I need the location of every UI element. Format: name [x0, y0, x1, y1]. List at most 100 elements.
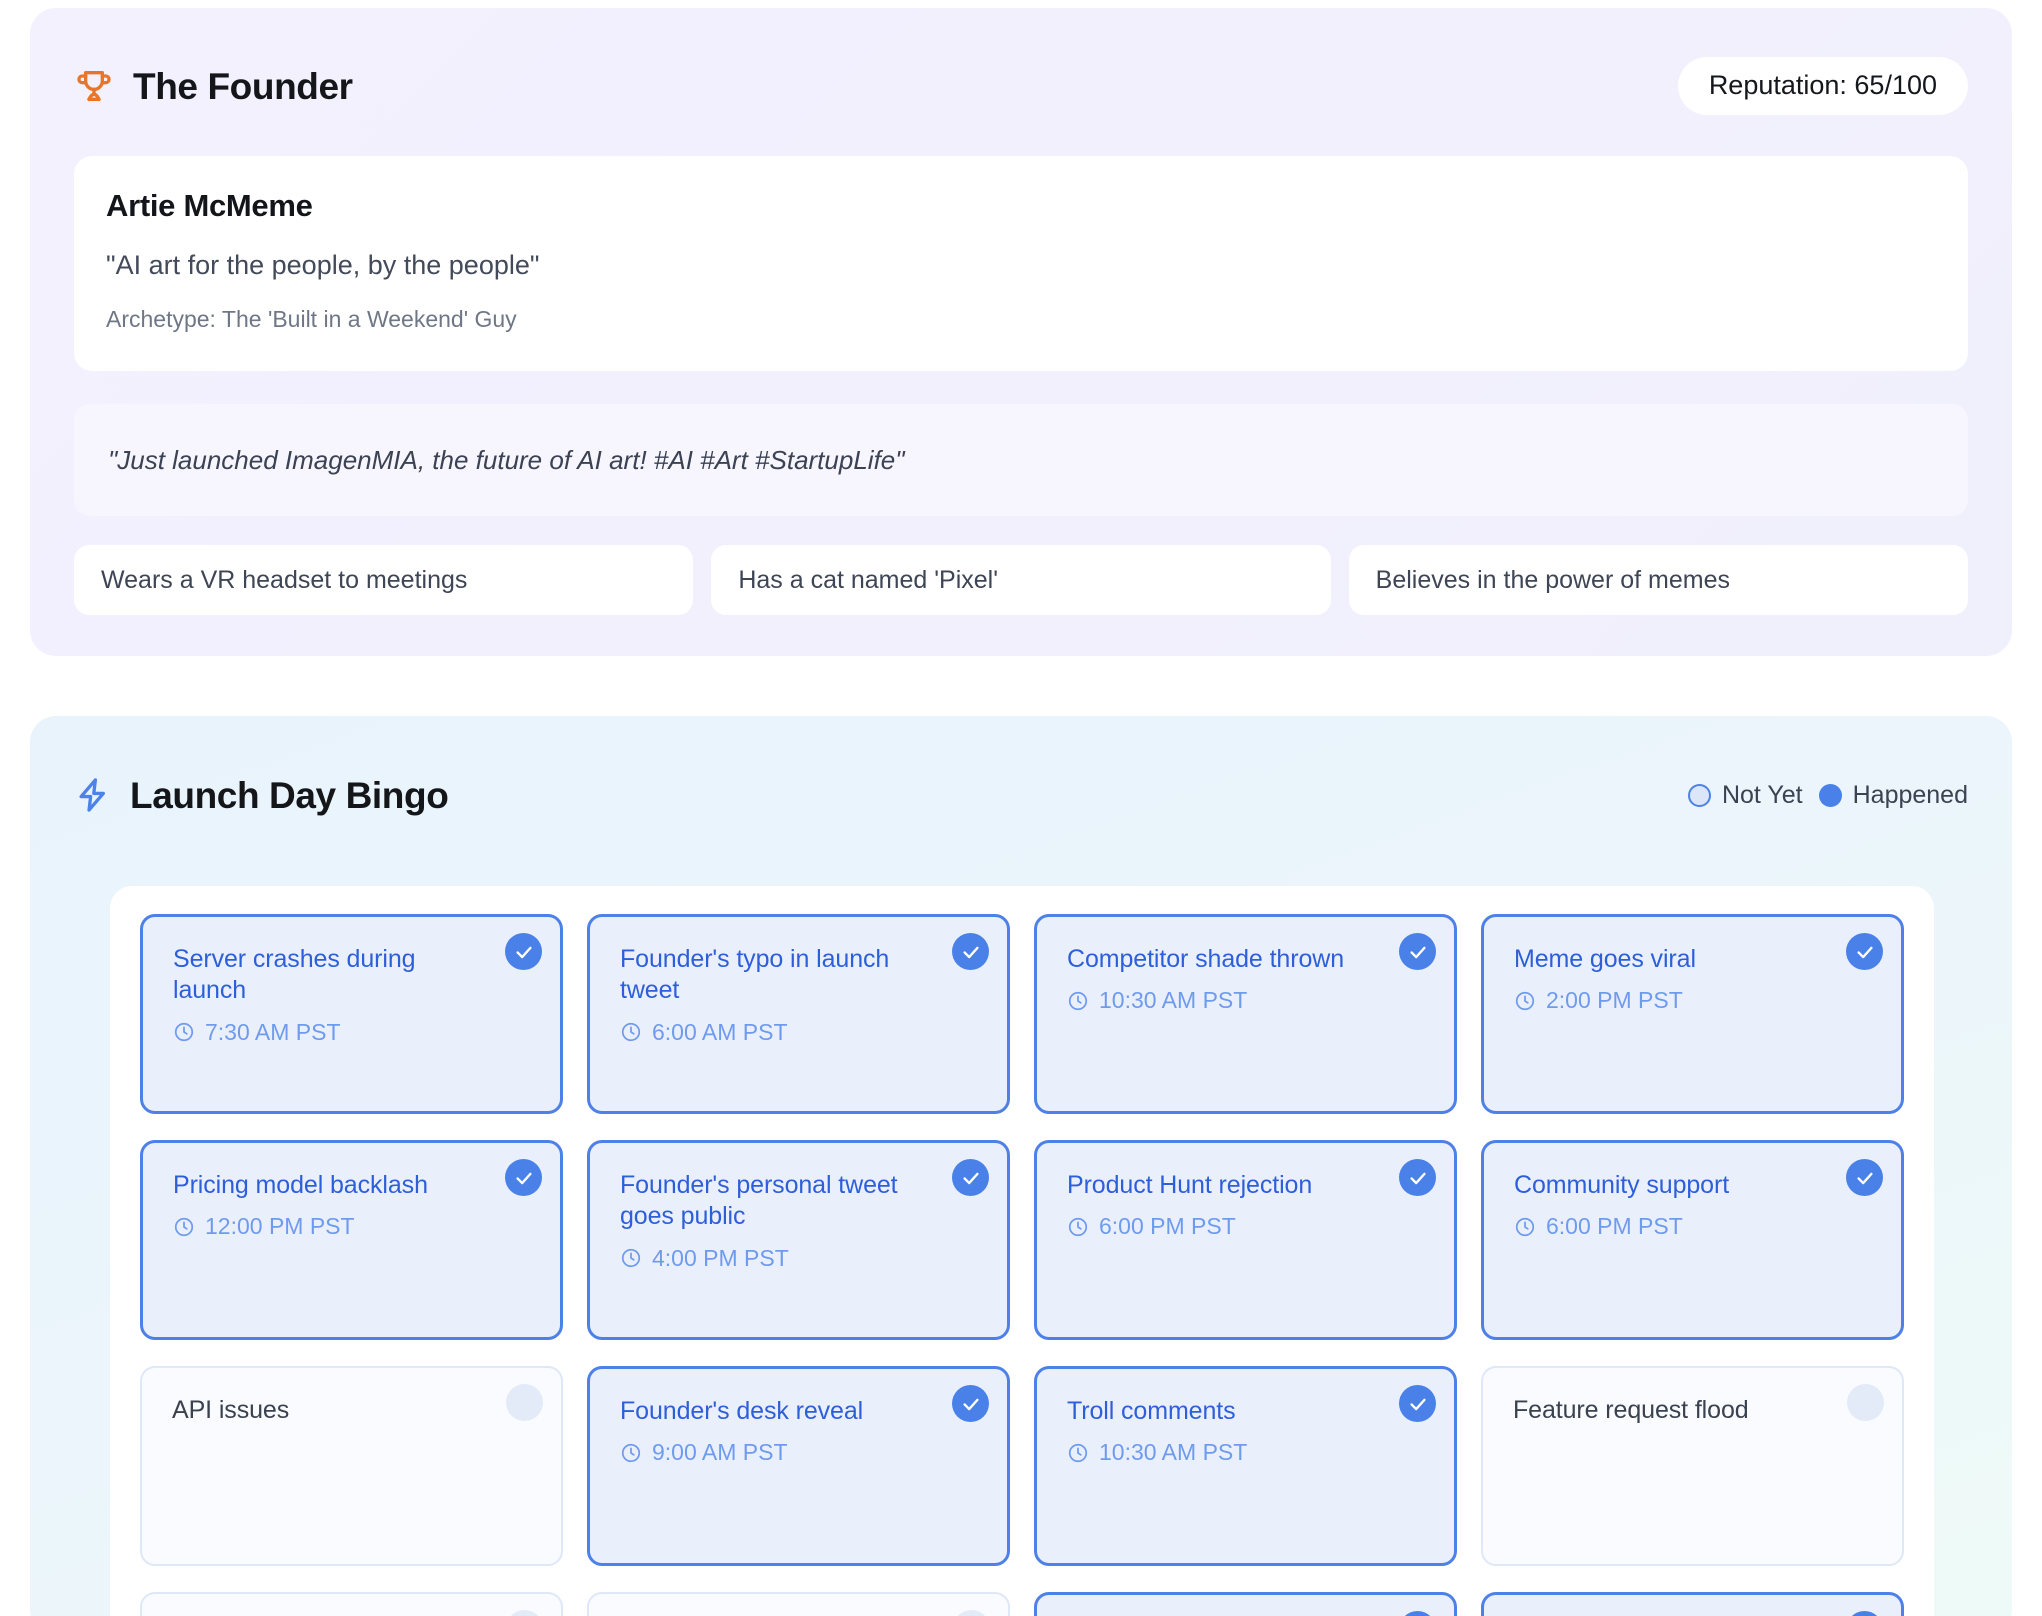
- check-badge-icon[interactable]: [1399, 1159, 1436, 1196]
- bingo-cell[interactable]: Product Hunt rejection 6:00 PM PST: [1034, 1140, 1457, 1340]
- founder-name: Artie McMeme: [106, 188, 313, 223]
- trait-chip: Wears a VR headset to meetings: [74, 545, 694, 615]
- lightning-bolt-icon: [74, 776, 112, 814]
- bingo-cell-label: Server crashes during launch: [173, 945, 416, 1005]
- launch-day-bingo-panel: Launch Day Bingo Not Yet Happened Server…: [30, 716, 2012, 1616]
- legend-item-happened: Happened: [1818, 780, 1968, 809]
- bingo-cell-time-text: 6:00 PM PST: [1546, 1213, 1683, 1240]
- bingo-cell-time-text: 10:30 AM PST: [1099, 987, 1248, 1014]
- bingo-cell-time-text: 7:30 AM PST: [205, 1018, 341, 1045]
- bingo-cell-time: 9:00 AM PST: [620, 1441, 977, 1464]
- check-badge-icon[interactable]: [952, 933, 989, 970]
- bingo-cell[interactable]: Founder's desk reveal 9:00 AM PST: [587, 1366, 1010, 1566]
- bingo-cell-time: 7:30 AM PST: [173, 1018, 530, 1045]
- page-title: The Founder: [133, 65, 353, 107]
- check-badge-icon[interactable]: [952, 1385, 989, 1422]
- bingo-cell[interactable]: Feature request flood: [1481, 1366, 1904, 1566]
- bingo-cell[interactable]: Founder's typo in launch tweet 6:00 AM PS…: [587, 914, 1010, 1114]
- bingo-cell-label: Founder's desk reveal: [620, 1397, 864, 1425]
- bingo-cell[interactable]: Wholesome moment: [1481, 1592, 1904, 1616]
- clock-icon: [620, 1247, 642, 1269]
- bingo-cell[interactable]: Tech Twitter meltdown: [1034, 1592, 1457, 1616]
- not-yet-dot-icon: [1687, 783, 1711, 807]
- bingo-cell[interactable]: Pricing model backlash 12:00 PM PST: [140, 1140, 563, 1340]
- trait-chip: Has a cat named 'Pixel': [711, 545, 1331, 615]
- clock-icon: [1514, 1216, 1536, 1238]
- bingo-cell-label: Meme goes viral: [1514, 945, 1696, 973]
- empty-dot-icon[interactable]: [506, 1384, 543, 1421]
- founder-tweet-box: "Just launched ImagenMIA, the future of …: [74, 404, 1968, 516]
- clock-icon: [173, 1216, 195, 1238]
- bingo-cell-label: Feature request flood: [1513, 1396, 1749, 1424]
- founder-tweet-text: "Just launched ImagenMIA, the future of …: [108, 444, 905, 475]
- bingo-cell[interactable]: Founder's personal tweet goes public 4:00…: [587, 1140, 1010, 1340]
- app-root: The Founder Reputation: 65/100 Artie McM…: [0, 0, 2042, 1616]
- check-badge-icon[interactable]: [1846, 1159, 1883, 1196]
- legend-item-not-yet: Not Yet: [1687, 780, 1803, 809]
- bingo-cell-time: 10:30 AM PST: [1067, 1441, 1424, 1464]
- bingo-cell-label: Pricing model backlash: [173, 1171, 428, 1199]
- founder-archetype: Archetype: The 'Built in a Weekend' Guy: [106, 306, 517, 333]
- check-badge-icon[interactable]: [1399, 1611, 1436, 1616]
- bingo-cell[interactable]: Startup pivot: [587, 1592, 1010, 1616]
- check-badge-icon[interactable]: [952, 1159, 989, 1196]
- bingo-cell-label: Troll comments: [1067, 1397, 1236, 1425]
- bingo-cell[interactable]: Server crashes during launch 7:30 AM PST: [140, 914, 563, 1114]
- clock-icon: [1067, 1216, 1089, 1238]
- empty-dot-icon[interactable]: [953, 1610, 990, 1616]
- bingo-cell-time-text: 6:00 AM PST: [652, 1018, 788, 1045]
- bingo-legend: Not Yet Happened: [1687, 780, 1968, 809]
- bingo-cell-time-text: 9:00 AM PST: [652, 1439, 788, 1466]
- clock-icon: [1514, 990, 1536, 1012]
- bingo-header: Launch Day Bingo Not Yet Happened: [74, 768, 1968, 822]
- trait-chip: Believes in the power of memes: [1348, 545, 1968, 615]
- bingo-cell-time-text: 10:30 AM PST: [1099, 1439, 1248, 1466]
- bingo-cell-time-text: 12:00 PM PST: [205, 1213, 355, 1240]
- clock-icon: [173, 1021, 195, 1043]
- bingo-title: Launch Day Bingo: [130, 774, 449, 816]
- bingo-cell-time: 4:00 PM PST: [620, 1244, 977, 1271]
- reputation-badge: Reputation: 65/100: [1677, 57, 1968, 115]
- bingo-grid-card: Server crashes during launch 7:30 AM PST F…: [110, 886, 1934, 1616]
- empty-dot-icon[interactable]: [1847, 1384, 1884, 1421]
- bingo-cell-time: 2:00 PM PST: [1514, 989, 1871, 1012]
- bingo-cell[interactable]: Community support 6:00 PM PST: [1481, 1140, 1904, 1340]
- bingo-cell-label: Product Hunt rejection: [1067, 1171, 1313, 1199]
- legend-label: Not Yet: [1721, 780, 1803, 809]
- empty-dot-icon[interactable]: [506, 1610, 543, 1616]
- trophy-icon: [74, 66, 114, 106]
- bingo-cell[interactable]: API issues: [140, 1366, 563, 1566]
- founder-title-group: The Founder: [74, 66, 353, 106]
- check-badge-icon[interactable]: [1399, 933, 1436, 970]
- legend-label: Happened: [1852, 780, 1968, 809]
- bingo-cell-time-text: 6:00 PM PST: [1099, 1213, 1236, 1240]
- founder-tagline: "AI art for the people, by the people": [106, 249, 540, 280]
- bingo-cell-time: 6:00 PM PST: [1514, 1215, 1871, 1238]
- founder-panel: The Founder Reputation: 65/100 Artie McM…: [30, 8, 2012, 656]
- bingo-cell[interactable]: VC misunderstanding: [140, 1592, 563, 1616]
- check-badge-icon[interactable]: [505, 1159, 542, 1196]
- founder-header: The Founder Reputation: 65/100: [74, 56, 1968, 116]
- clock-icon: [1067, 1442, 1089, 1464]
- check-badge-icon[interactable]: [1399, 1385, 1436, 1422]
- bingo-cell-label: API issues: [172, 1396, 290, 1424]
- clock-icon: [620, 1021, 642, 1043]
- bingo-cell[interactable]: Troll comments 10:30 AM PST: [1034, 1366, 1457, 1566]
- bingo-cell-time: 12:00 PM PST: [173, 1215, 530, 1238]
- check-badge-icon[interactable]: [1846, 1611, 1883, 1616]
- bingo-cell-time-text: 2:00 PM PST: [1546, 987, 1683, 1014]
- check-badge-icon[interactable]: [505, 933, 542, 970]
- clock-icon: [1067, 990, 1089, 1012]
- bingo-cell[interactable]: Competitor shade thrown 10:30 AM PST: [1034, 914, 1457, 1114]
- bingo-grid: Server crashes during launch 7:30 AM PST F…: [140, 914, 1904, 1616]
- bingo-cell-label: Founder's typo in launch tweet: [620, 945, 890, 1005]
- bingo-cell-time: 6:00 PM PST: [1067, 1215, 1424, 1238]
- bingo-cell[interactable]: Meme goes viral 2:00 PM PST: [1481, 914, 1904, 1114]
- bingo-cell-label: Founder's personal tweet goes public: [620, 1171, 898, 1231]
- bingo-cell-time-text: 4:00 PM PST: [652, 1244, 789, 1271]
- bingo-cell-time: 6:00 AM PST: [620, 1018, 977, 1045]
- bingo-cell-label: Community support: [1514, 1171, 1730, 1199]
- bingo-cell-time: 10:30 AM PST: [1067, 989, 1424, 1012]
- check-badge-icon[interactable]: [1846, 933, 1883, 970]
- bingo-cell-label: Competitor shade thrown: [1067, 945, 1345, 973]
